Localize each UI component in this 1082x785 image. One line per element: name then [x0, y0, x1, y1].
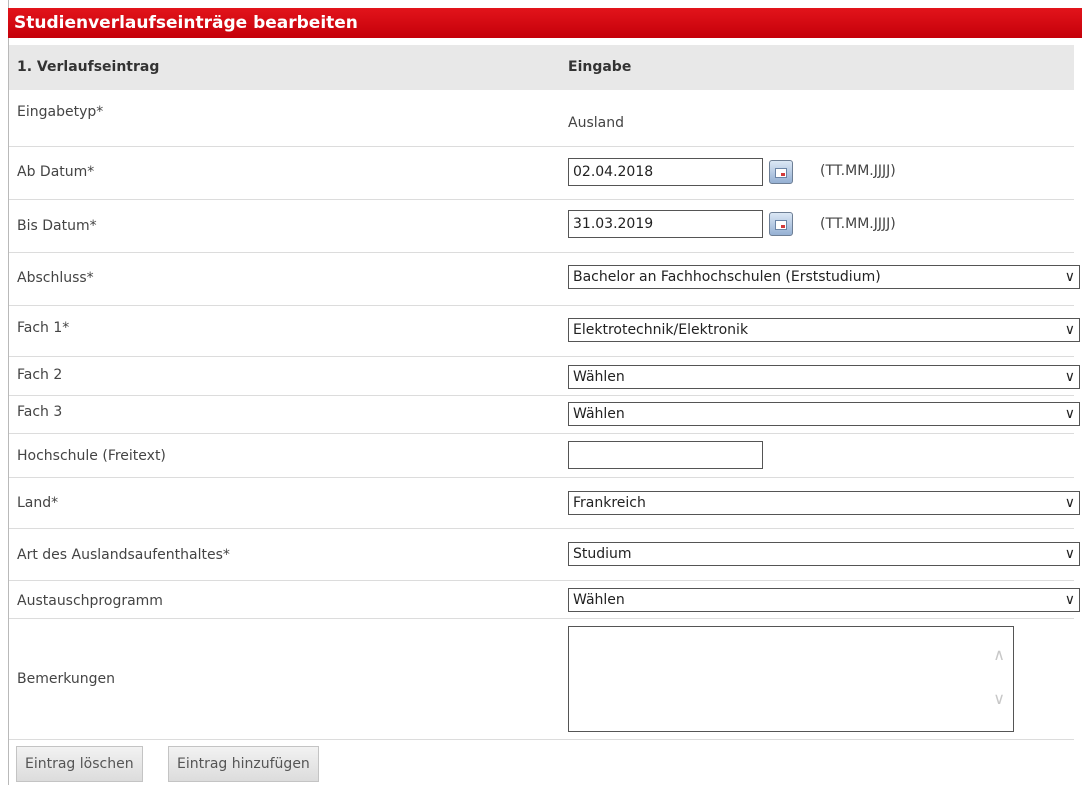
- row-bis-datum: Bis Datum* 31.03.2019 (TT.MM.JJJJ): [9, 200, 1074, 253]
- row-hochschule: Hochschule (Freitext): [9, 434, 1074, 478]
- fach2-selected-value: Wählen: [573, 369, 625, 385]
- ab-datum-input[interactable]: 02.04.2018: [568, 158, 763, 186]
- calendar-icon[interactable]: [769, 160, 793, 184]
- scroll-up-icon[interactable]: ∧: [993, 645, 1005, 664]
- chevron-down-icon: ∨: [1064, 369, 1075, 385]
- add-entry-button[interactable]: Eintrag hinzufügen: [168, 746, 319, 782]
- chevron-down-icon: ∨: [1064, 406, 1075, 422]
- fach3-select[interactable]: Wählen ∨: [568, 402, 1080, 426]
- austausch-select[interactable]: Wählen ∨: [568, 588, 1080, 612]
- fach1-select[interactable]: Elektrotechnik/Elektronik ∨: [568, 318, 1080, 342]
- bis-datum-label: Bis Datum*: [17, 218, 97, 234]
- art-label: Art des Auslandsaufenthaltes*: [17, 547, 230, 563]
- row-austauschprogramm: Austauschprogramm Wählen ∨: [9, 581, 1080, 619]
- abschluss-select[interactable]: Bachelor an Fachhochschulen (Erststudium…: [568, 265, 1080, 289]
- row-art-auslandsaufenthalt: Art des Auslandsaufenthaltes* Studium ∨: [9, 529, 1080, 581]
- scroll-down-icon[interactable]: ∨: [993, 689, 1005, 708]
- hochschule-label: Hochschule (Freitext): [17, 448, 166, 464]
- eingabetyp-value: Ausland: [568, 115, 624, 131]
- chevron-down-icon: ∨: [1064, 495, 1075, 511]
- row-land: Land* Frankreich ∨: [9, 478, 1080, 529]
- land-selected-value: Frankreich: [573, 495, 646, 511]
- row-ab-datum: 02.04.2018 Ab Datum* (TT.MM.JJJJ): [9, 147, 1074, 200]
- art-selected-value: Studium: [573, 546, 632, 562]
- chevron-down-icon: ∨: [1064, 322, 1075, 338]
- land-select[interactable]: Frankreich ∨: [568, 491, 1080, 515]
- fach2-select[interactable]: Wählen ∨: [568, 365, 1080, 389]
- fach1-label: Fach 1*: [17, 320, 70, 336]
- page-title: Studienverlaufseinträge bearbeiten: [8, 8, 1082, 38]
- bis-datum-input[interactable]: 31.03.2019: [568, 210, 763, 238]
- bis-datum-format-hint: (TT.MM.JJJJ): [820, 216, 896, 232]
- delete-entry-button[interactable]: Eintrag löschen: [16, 746, 143, 782]
- ab-datum-label: Ab Datum*: [17, 164, 95, 180]
- header-col-input: Eingabe: [568, 59, 632, 75]
- chevron-down-icon: ∨: [1064, 546, 1075, 562]
- eingabetyp-label: Eingabetyp*: [17, 104, 104, 120]
- row-fach2: Fach 2 Wählen ∨: [9, 357, 1080, 396]
- row-abschluss: Abschluss* Bachelor an Fachhochschulen (…: [9, 253, 1080, 306]
- chevron-down-icon: ∨: [1064, 592, 1075, 608]
- fach3-selected-value: Wählen: [573, 406, 625, 422]
- row-bemerkungen: Bemerkungen ∧ ∨: [9, 619, 1074, 740]
- table-header: 1. Verlaufseintrag Eingabe: [9, 45, 1074, 90]
- fach2-label: Fach 2: [17, 367, 63, 383]
- bemerkungen-label: Bemerkungen: [17, 671, 116, 687]
- calendar-icon[interactable]: [769, 212, 793, 236]
- abschluss-label: Abschluss*: [17, 270, 94, 286]
- land-label: Land*: [17, 495, 59, 511]
- fach1-selected-value: Elektrotechnik/Elektronik: [573, 322, 749, 338]
- chevron-down-icon: ∨: [1064, 269, 1075, 285]
- ab-datum-format-hint: (TT.MM.JJJJ): [820, 163, 896, 179]
- bemerkungen-textarea[interactable]: ∧ ∨: [568, 626, 1014, 732]
- fach3-label: Fach 3: [17, 404, 63, 420]
- art-select[interactable]: Studium ∨: [568, 542, 1080, 566]
- header-col-entry: 1. Verlaufseintrag: [17, 59, 160, 75]
- austausch-label: Austauschprogramm: [17, 593, 163, 609]
- austausch-selected-value: Wählen: [573, 592, 625, 608]
- hochschule-input[interactable]: [568, 441, 763, 469]
- abschluss-selected-value: Bachelor an Fachhochschulen (Erststudium…: [573, 269, 881, 285]
- row-eingabetyp: Eingabetyp* Ausland: [9, 90, 1074, 147]
- row-fach3: Fach 3 Wählen ∨: [9, 396, 1080, 434]
- row-fach1: Fach 1* Elektrotechnik/Elektronik ∨: [9, 306, 1080, 357]
